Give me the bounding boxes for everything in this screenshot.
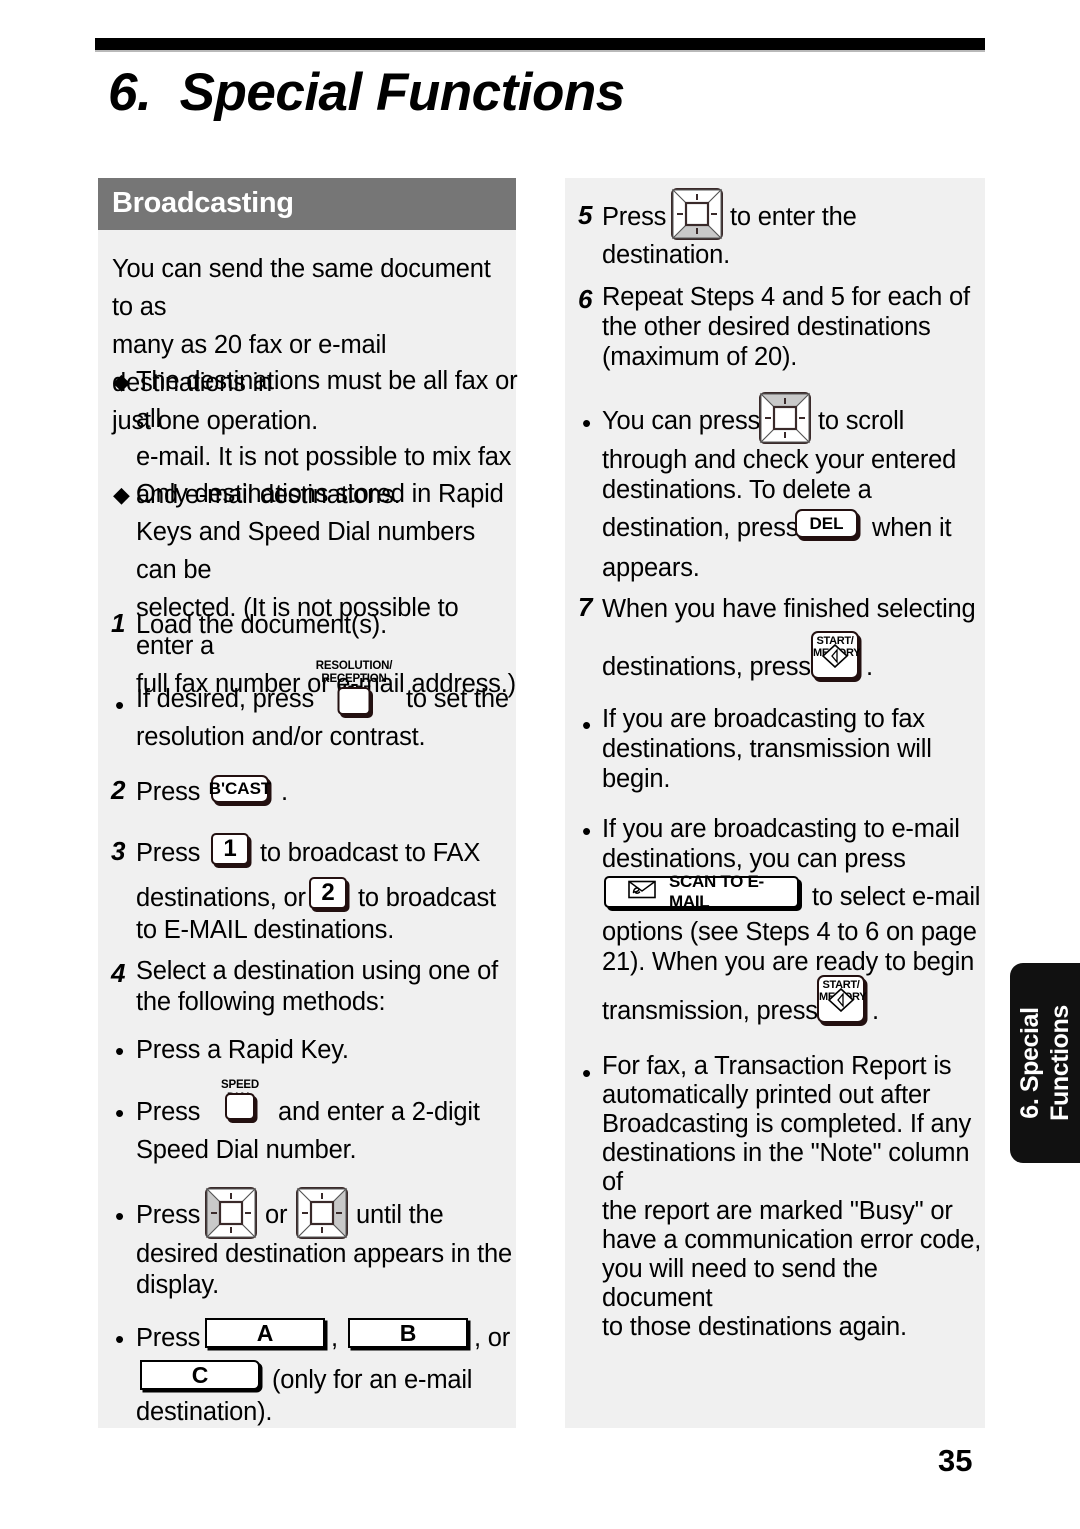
step-2-before: Press — [136, 778, 201, 806]
envelope-icon — [628, 880, 656, 904]
step-4-bullet-2-after: and enter a 2-digit — [278, 1098, 480, 1126]
key-2[interactable]: 2 — [309, 877, 347, 909]
step-6-bullet-line4-after: when it — [872, 514, 952, 542]
step-7-bullet-2-line3-after: to select e-mail — [812, 883, 981, 911]
step-6-bullet-line4-before: destination, press — [602, 514, 799, 542]
round-bullet-icon: • — [582, 408, 592, 438]
round-bullet-icon: • — [582, 710, 592, 740]
round-bullet-icon: • — [115, 1324, 125, 1354]
bcast-key[interactable]: B'CAST — [209, 775, 271, 803]
resolution-key-face[interactable] — [337, 687, 371, 715]
step-7-text: When you have finished selecting — [602, 595, 976, 623]
round-bullet-icon: • — [582, 816, 592, 846]
section-header-bar: Broadcasting — [98, 178, 516, 230]
round-bullet-icon: • — [115, 1036, 125, 1066]
step-4-bullet-4-before: Press — [136, 1324, 201, 1352]
start-memory-key[interactable]: START/ MEMORY — [811, 631, 861, 679]
step-4-bullet-3-line3: display. — [136, 1271, 219, 1299]
step-4-bullet-3-or: or — [265, 1201, 288, 1229]
step-7-bullet-3: For fax, a Transaction Report is automat… — [602, 1052, 982, 1341]
comma-after-A: , — [331, 1324, 338, 1352]
step-7-bullet-2-line6-after: . — [872, 997, 879, 1025]
scan-to-email-key[interactable]: SCAN TO E-MAIL — [604, 872, 799, 911]
header-rule — [95, 38, 985, 50]
key-1[interactable]: 1 — [211, 833, 249, 865]
step-5-after: to enter the — [730, 203, 857, 231]
step-6-number: 6 — [578, 284, 593, 314]
step-3-line3: to E-MAIL destinations. — [136, 916, 395, 944]
step-1-text: Load the document(s). — [136, 611, 387, 639]
round-bullet-icon: • — [115, 1201, 125, 1231]
round-bullet-icon: • — [115, 1098, 125, 1128]
speed-dial-key[interactable]: SPEED DIAL — [203, 1079, 277, 1129]
step-6-bullet-before: You can press — [602, 407, 761, 435]
step-6-bullet-line5: appears. — [602, 554, 700, 582]
round-bullet-icon: • — [582, 1058, 592, 1088]
start-diamond-icon — [821, 643, 849, 673]
step-2-number: 2 — [111, 775, 126, 805]
diamond-bullet-icon: ◆ — [113, 369, 130, 394]
step-7-bullet-1: If you are broadcasting to fax destinati… — [602, 705, 932, 793]
start-diamond-icon — [827, 987, 855, 1017]
step-4-bullet-3-before: Press — [136, 1201, 201, 1229]
start-memory-key-2[interactable]: START/ MEMORY — [817, 975, 867, 1023]
step-4-bullet-3-after: until the — [356, 1201, 444, 1229]
chapter-side-tab-label: 6. Special Functions — [1016, 1005, 1074, 1121]
key-A[interactable]: A — [205, 1318, 325, 1348]
step-4-bullet-2-before: Press — [136, 1098, 201, 1126]
page-number: 35 — [938, 1443, 973, 1478]
step-5-number: 5 — [578, 200, 593, 230]
step-4-text: Select a destination using one of the fo… — [136, 957, 498, 1016]
step-4-number: 4 — [111, 958, 126, 988]
scan-to-email-label: SCAN TO E-MAIL — [669, 872, 764, 911]
step-7-number: 7 — [578, 592, 593, 622]
step-4-bullet-2-line2: Speed Dial number. — [136, 1136, 357, 1164]
speed-dial-key-face[interactable] — [225, 1093, 255, 1120]
step-3-mid: to broadcast to FAX — [260, 839, 481, 867]
step-7-line2-before: destinations, press — [602, 653, 811, 681]
section-heading: Broadcasting — [112, 187, 294, 219]
page-title: 6. Special Functions — [108, 63, 625, 122]
step-3-number: 3 — [111, 836, 126, 866]
chapter-side-tab: 6. Special Functions — [1010, 963, 1080, 1163]
step-5-before: Press — [602, 203, 667, 231]
step-1-bullet-line2: resolution and/or contrast. — [136, 723, 426, 751]
key-C[interactable]: C — [140, 1360, 260, 1390]
step-4-bullet-4-line2: destination). — [136, 1398, 273, 1426]
step-6-bullet-line3: destinations. To delete a — [602, 476, 872, 504]
step-1-number: 1 — [111, 608, 126, 638]
step-3-before: Press — [136, 839, 201, 867]
del-key[interactable]: DEL — [795, 509, 858, 538]
step-1-bullet-after: to set the — [406, 685, 509, 713]
manual-page: 6. Special Functions Broadcasting You ca… — [0, 0, 1080, 1529]
key-B[interactable]: B — [348, 1318, 468, 1348]
step-6-text: Repeat Steps 4 and 5 for each of the oth… — [602, 283, 970, 371]
step-7-bullet-2-line6-before: transmission, press — [602, 997, 818, 1025]
step-1-bullet-before: If desired, press — [136, 685, 315, 713]
resolution-reception-mode-key[interactable]: RESOLUTION/ RECEPTION MODE — [300, 660, 408, 715]
step-5-line2: destination. — [602, 241, 731, 269]
step-6-bullet-after: to scroll — [818, 407, 905, 435]
step-4-bullet-4-after: (only for an e-mail — [272, 1366, 473, 1394]
round-bullet-icon: • — [115, 690, 125, 720]
step-2-after: . — [281, 778, 288, 806]
diamond-bullet-icon: ◆ — [113, 482, 130, 507]
or-after-B: , or — [474, 1324, 511, 1352]
step-4-bullet-1: Press a Rapid Key. — [136, 1036, 349, 1064]
step-7-bullet-2-line5: 21). When you are ready to begin — [602, 948, 975, 976]
step-7-line2-after: . — [866, 653, 873, 681]
